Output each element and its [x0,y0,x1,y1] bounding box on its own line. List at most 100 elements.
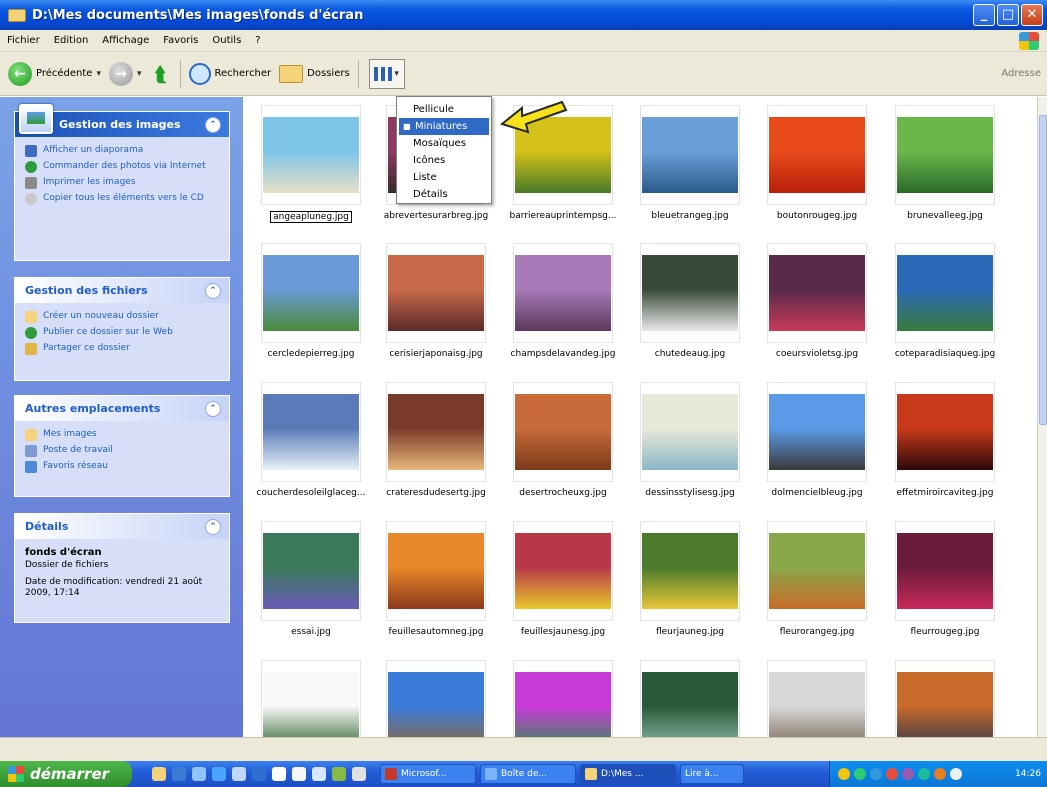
panel-header[interactable]: Gestion des fichiers ⌃ [15,278,229,303]
thumbnail-image[interactable] [642,672,738,737]
thumbnail-item[interactable]: coteparadisiaqueg.jpg [889,243,1001,359]
collapse-icon[interactable]: ⌃ [205,283,221,299]
search-button[interactable]: Rechercher [188,62,271,85]
thumbnail-frame[interactable] [261,105,361,205]
thumbnail-frame[interactable] [767,243,867,343]
task-new-folder[interactable]: Créer un nouveau dossier [25,311,221,323]
quicklaunch-icon[interactable] [232,767,246,781]
thumbnail-frame[interactable] [767,382,867,482]
thumbnail-frame[interactable] [513,243,613,343]
quicklaunch-icon[interactable] [272,767,286,781]
thumbnail-frame[interactable] [895,382,995,482]
thumbnail-frame[interactable] [513,521,613,621]
collapse-icon[interactable]: ⌃ [205,401,221,417]
thumbnail-frame[interactable] [386,660,486,737]
close-button[interactable]: ✕ [1021,4,1043,26]
thumbnail-item[interactable] [255,660,367,737]
tray-icon[interactable] [902,768,914,780]
thumbnail-item[interactable]: coucherdesoleilglaceg... [255,382,367,498]
thumbnail-image[interactable] [263,394,359,470]
thumbnail-item[interactable]: fleurrougeg.jpg [889,521,1001,637]
quicklaunch-icon[interactable] [352,767,366,781]
panel-header[interactable]: Gestion des images ⌃ [15,104,229,137]
thumbnail-frame[interactable] [513,382,613,482]
view-option-icones[interactable]: Icônes [397,152,491,169]
thumbnail-image[interactable] [263,255,359,331]
thumbnail-frame[interactable] [895,243,995,343]
thumbnail-frame[interactable] [386,382,486,482]
thumbnail-frame[interactable] [261,382,361,482]
taskbar-item-reader[interactable]: Lire à... [680,764,744,784]
panel-header[interactable]: Autres emplacements ⌃ [15,396,229,421]
menu-help[interactable]: ? [248,35,267,46]
tray-icon[interactable] [886,768,898,780]
tray-icon[interactable] [918,768,930,780]
menu-affichage[interactable]: Affichage [95,35,156,46]
quicklaunch-icon[interactable] [152,767,166,781]
thumbnail-frame[interactable] [386,521,486,621]
up-folder-button[interactable]: ⮬ [150,62,172,86]
thumbnail-frame[interactable] [895,660,995,737]
quicklaunch-icon[interactable] [312,767,326,781]
start-button[interactable]: démarrer [0,761,132,787]
vertical-scrollbar[interactable] [1037,97,1047,737]
menu-favoris[interactable]: Favoris [156,35,205,46]
task-order-photos[interactable]: Commander des photos via Internet [25,161,221,173]
thumbnail-image[interactable] [769,672,865,737]
thumbnail-image[interactable] [515,533,611,609]
thumbnail-item[interactable]: crateresdudesertg.jpg [380,382,492,498]
chevron-down-icon[interactable]: ▾ [137,69,142,79]
quicklaunch-icon[interactable] [292,767,306,781]
view-option-pellicule[interactable]: Pellicule [397,101,491,118]
thumbnail-image[interactable] [263,117,359,193]
thumbnail-image[interactable] [263,672,359,737]
chevron-down-icon[interactable]: ▾ [96,69,101,79]
task-publish-web[interactable]: Publier ce dossier sur le Web [25,327,221,339]
thumbnail-frame[interactable] [640,382,740,482]
thumbnail-image[interactable] [897,672,993,737]
thumbnail-item[interactable]: fleurjauneg.jpg [634,521,746,637]
view-option-mosaiques[interactable]: Mosaïques [397,135,491,152]
thumbnail-item[interactable]: feuillesjaunesg.jpg [507,521,619,637]
thumbnail-item[interactable]: angeapluneg.jpg [255,105,367,226]
thumbnail-item[interactable] [761,660,873,737]
thumbnail-image[interactable] [642,255,738,331]
thumbnail-image[interactable] [515,672,611,737]
tray-icon[interactable] [950,768,962,780]
thumbnail-item[interactable] [507,660,619,737]
thumbnail-image[interactable] [897,533,993,609]
place-my-computer[interactable]: Poste de travail [25,445,221,457]
taskbar-item-explorer[interactable]: D:\Mes ... [580,764,676,784]
task-copy-cd[interactable]: Copier tous les éléments vers le CD [25,193,221,205]
thumbnail-item[interactable]: cerisierjaponaisg.jpg [380,243,492,359]
task-print-images[interactable]: Imprimer les images [25,177,221,189]
thumbnail-item[interactable]: bleuetrangeg.jpg [634,105,746,221]
thumbnail-frame[interactable] [895,521,995,621]
thumbnail-frame[interactable] [386,243,486,343]
thumbnail-image[interactable] [388,533,484,609]
place-my-pictures[interactable]: Mes images [25,429,221,441]
taskbar-item-word[interactable]: Microsof... [380,764,476,784]
scrollbar-thumb[interactable] [1039,115,1047,425]
thumbnail-image[interactable] [388,255,484,331]
quicklaunch-icon[interactable] [252,767,266,781]
view-option-liste[interactable]: Liste [397,169,491,186]
thumbnail-item[interactable]: brunevalleeg.jpg [889,105,1001,221]
thumbnail-item[interactable]: essai.jpg [255,521,367,637]
thumbnail-frame[interactable] [640,243,740,343]
forward-button[interactable]: → ▾ [109,61,142,86]
minimize-button[interactable]: _ [973,4,995,26]
thumbnail-item[interactable]: fleurorangeg.jpg [761,521,873,637]
thumbnail-item[interactable]: desertrocheuxg.jpg [507,382,619,498]
thumbnail-item[interactable] [634,660,746,737]
thumbnail-item[interactable]: coeursvioletsg.jpg [761,243,873,359]
tray-icon[interactable] [870,768,882,780]
thumbnail-frame[interactable] [261,243,361,343]
thumbnail-image[interactable] [897,394,993,470]
thumbnail-image[interactable] [897,117,993,193]
menu-edition[interactable]: Edition [47,35,96,46]
taskbar-item-dialog[interactable]: Boîte de... [480,764,576,784]
thumbnail-image[interactable] [769,394,865,470]
tray-icon[interactable] [838,768,850,780]
views-button[interactable]: ▾ [368,58,405,89]
